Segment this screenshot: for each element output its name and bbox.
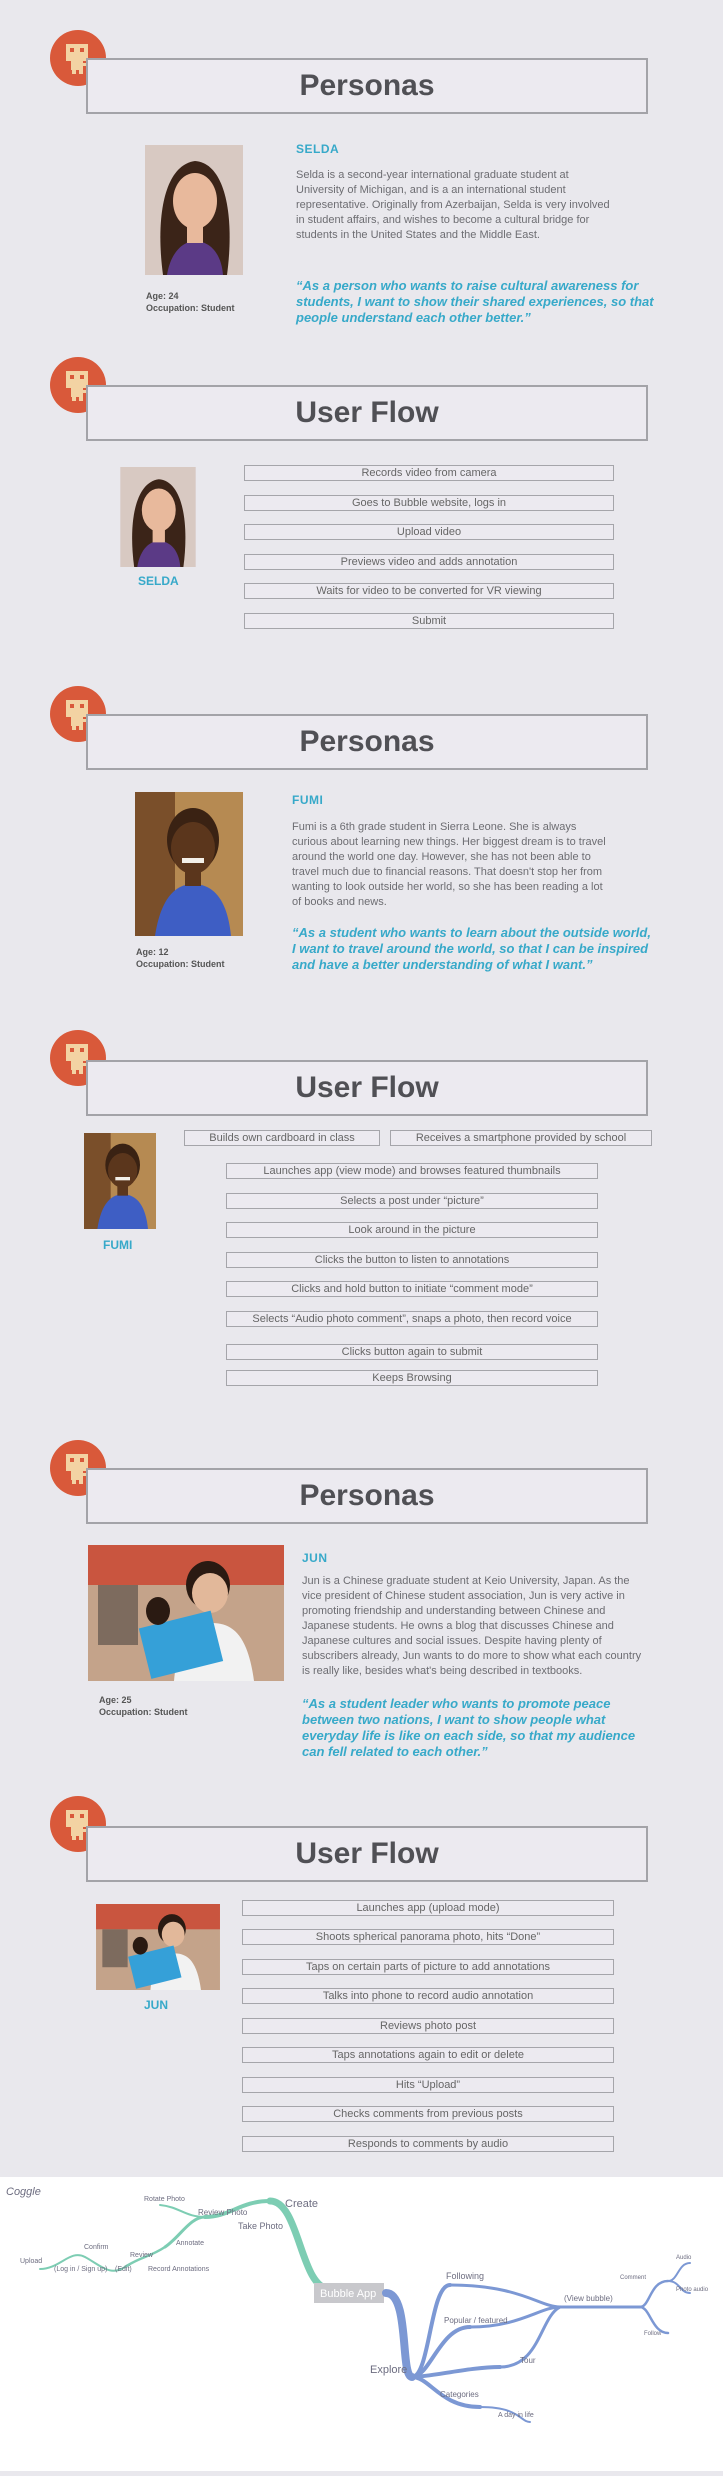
flow-step: Launches app (upload mode) bbox=[242, 1900, 614, 1916]
flow-step: Clicks button again to submit bbox=[226, 1344, 598, 1360]
svg-text:Audio: Audio bbox=[676, 2255, 692, 2261]
svg-text:(View bubble): (View bubble) bbox=[564, 2294, 613, 2303]
flow-step: Checks comments from previous posts bbox=[242, 2106, 614, 2122]
fumi-flow-portrait bbox=[84, 1133, 156, 1229]
svg-text:Categories: Categories bbox=[440, 2390, 479, 2399]
flow-step: Selects a post under “picture” bbox=[226, 1193, 598, 1209]
flow-step: Submit bbox=[244, 613, 614, 629]
selda-occupation: Occupation: Student bbox=[146, 303, 235, 313]
svg-text:Comment: Comment bbox=[620, 2275, 646, 2281]
section-title-user-flow: User Flow bbox=[86, 385, 648, 441]
fumi-quote: “As a student who wants to learn about t… bbox=[292, 925, 651, 972]
flow-step: Responds to comments by audio bbox=[242, 2136, 614, 2152]
section-title-user-flow: User Flow bbox=[86, 1826, 648, 1882]
svg-text:Review: Review bbox=[130, 2252, 154, 2259]
selda-quote: “As a person who wants to raise cultural… bbox=[296, 278, 654, 325]
flow-step: Builds own cardboard in class bbox=[184, 1130, 380, 1146]
svg-text:Review Photo: Review Photo bbox=[198, 2208, 248, 2217]
svg-text:Follow: Follow bbox=[644, 2331, 662, 2337]
svg-text:Tour: Tour bbox=[520, 2356, 536, 2365]
jun-age: Age: 25 bbox=[99, 1695, 132, 1705]
svg-text:(Log in / Sign up): (Log in / Sign up) bbox=[54, 2266, 107, 2273]
flow-step: Taps annotations again to edit or delete bbox=[242, 2047, 614, 2063]
section-title-personas: Personas bbox=[86, 714, 648, 770]
svg-text:Create: Create bbox=[285, 2198, 318, 2210]
svg-text:Take Photo: Take Photo bbox=[238, 2221, 283, 2231]
selda-name: SELDA bbox=[296, 142, 340, 156]
fumi-portrait bbox=[135, 792, 243, 936]
svg-text:Rotate Photo: Rotate Photo bbox=[144, 2196, 185, 2203]
svg-text:Upload: Upload bbox=[20, 2258, 42, 2265]
svg-text:Confirm: Confirm bbox=[84, 2244, 109, 2251]
flow-step: Reviews photo post bbox=[242, 2018, 614, 2034]
coggle-logo: Coggle bbox=[6, 2186, 41, 2198]
branch-following-view bbox=[448, 2283, 562, 2309]
svg-text:Bubble App: Bubble App bbox=[320, 2288, 376, 2300]
jun-name: JUN bbox=[302, 1551, 328, 1565]
jun-flow-name: JUN bbox=[144, 1998, 169, 2012]
flow-step: Waits for video to be converted for VR v… bbox=[244, 583, 614, 599]
svg-text:Explore: Explore bbox=[370, 2364, 407, 2376]
svg-text:Annotate: Annotate bbox=[176, 2240, 204, 2247]
jun-portrait bbox=[88, 1545, 284, 1681]
selda-description: Selda is a second-year international gra… bbox=[296, 169, 610, 241]
section-title-user-flow: User Flow bbox=[86, 1060, 648, 1116]
svg-text:(Edit): (Edit) bbox=[115, 2266, 132, 2273]
svg-text:Record Annotations: Record Annotations bbox=[148, 2266, 210, 2273]
jun-flow-portrait bbox=[96, 1904, 220, 1990]
svg-text:Photo audio: Photo audio bbox=[676, 2287, 709, 2293]
branch-comment bbox=[638, 2279, 670, 2309]
jun-description: Jun is a Chinese graduate student at Kei… bbox=[302, 1575, 642, 1677]
flow-step: Talks into phone to record audio annotat… bbox=[242, 1988, 614, 2004]
flow-step: Shoots spherical panorama photo, hits “D… bbox=[242, 1929, 614, 1945]
flow-step: Records video from camera bbox=[244, 465, 614, 481]
flow-step: Clicks the button to listen to annotatio… bbox=[226, 1252, 598, 1268]
selda-flow-portrait bbox=[120, 467, 196, 567]
fumi-occupation: Occupation: Student bbox=[136, 959, 225, 969]
fumi-age: Age: 12 bbox=[136, 947, 169, 957]
flow-step: Upload video bbox=[244, 524, 614, 540]
jun-occupation: Occupation: Student bbox=[99, 1707, 188, 1717]
flow-step: Selects “Audio photo comment”, snaps a p… bbox=[226, 1311, 598, 1327]
flow-step: Look around in the picture bbox=[226, 1222, 598, 1238]
flow-step: Keeps Browsing bbox=[226, 1370, 598, 1386]
svg-text:Popular / featured: Popular / featured bbox=[444, 2316, 508, 2325]
selda-flow-name: SELDA bbox=[138, 574, 179, 588]
fumi-flow-name: FUMI bbox=[103, 1238, 133, 1252]
mind-map: Coggle Create Review Photo Rotate Photo … bbox=[0, 2177, 723, 2471]
branch-follow bbox=[638, 2305, 670, 2335]
branch-audio bbox=[667, 2262, 691, 2282]
jun-quote: “As a student leader who wants to promot… bbox=[302, 1696, 636, 1759]
svg-text:Following: Following bbox=[446, 2271, 484, 2281]
branch-create bbox=[266, 2197, 334, 2293]
fumi-name: FUMI bbox=[292, 793, 324, 807]
flow-step: Previews video and adds annotation bbox=[244, 554, 614, 570]
selda-portrait bbox=[145, 145, 243, 275]
section-title-personas: Personas bbox=[86, 58, 648, 114]
svg-text:A day in life: A day in life bbox=[498, 2412, 534, 2419]
flow-step: Goes to Bubble website, logs in bbox=[244, 495, 614, 511]
flow-step: Receives a smartphone provided by school bbox=[390, 1130, 652, 1146]
fumi-description: Fumi is a 6th grade student in Sierra Le… bbox=[292, 821, 606, 908]
section-title-personas: Personas bbox=[86, 1468, 648, 1524]
flow-step: Clicks and hold button to initiate “comm… bbox=[226, 1281, 598, 1297]
flow-step: Hits “Upload” bbox=[242, 2077, 614, 2093]
flow-step: Launches app (view mode) and browses fea… bbox=[226, 1163, 598, 1179]
flow-step: Taps on certain parts of picture to add … bbox=[242, 1959, 614, 1975]
selda-age: Age: 24 bbox=[146, 291, 179, 301]
